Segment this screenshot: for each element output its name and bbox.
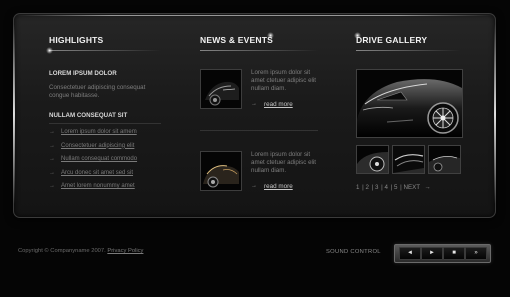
news-text-2: Lorem ipsum dolor sit amet ctetuer adipi… [251,151,316,174]
news-underline [200,50,318,51]
page-link-4[interactable]: 4 [385,184,388,191]
highlights-link[interactable]: → Consectetuer adipiscing elit [49,143,137,157]
highlights-link-list: → Lorem ipsum dolor sit amem → Consectetue… [49,129,137,197]
arrow-icon: → [49,169,55,176]
arrow-icon: → [422,184,431,191]
privacy-policy-link[interactable]: Privacy Policy [107,248,143,254]
highlights-link[interactable]: → Nullam consequat commodo [49,156,137,170]
highlights-divider [49,123,161,124]
car-image [357,70,462,137]
car-image [429,146,460,173]
highlights-subhead-1: LOREM IPSUM DOLOR [49,70,117,77]
car-image [357,146,388,173]
arrow-icon: → [49,142,55,149]
footer-copyright: Copyright © Companyname 2007. Privacy Po… [18,248,144,254]
arrow-icon: → [49,129,55,135]
highlights-subhead-2: NULLAM CONSEQUAT SIT [49,112,128,119]
car-image [201,70,241,108]
page-link-5[interactable]: 5 [394,184,397,191]
page-link-3[interactable]: 3 [375,184,378,191]
page-link-1[interactable]: 1 [356,184,359,191]
car-image [393,146,424,173]
page-link-2[interactable]: 2 [366,184,369,191]
gallery-heading: DRIVE GALLERY [356,35,428,45]
panel-left-glow [13,24,15,204]
previous-track-button[interactable]: ◄ [399,247,421,260]
news-heading: NEWS & EVENTS [200,35,273,45]
sparkle-icon [46,47,53,54]
sparkle-icon [267,32,274,39]
sparkle-icon [354,32,361,39]
sound-control-bar: ◄ ► ■ » [394,244,491,263]
arrow-icon: → [49,156,55,162]
content-panel: HIGHLIGHTS LOREM IPSUM DOLOR Consectetue… [13,13,496,218]
next-track-button[interactable]: » [465,247,487,260]
highlights-link[interactable]: → Arcu donec sit amet sed sit [49,170,137,184]
arrow-icon: → [251,183,257,189]
highlights-text: Consectetuer adipiscing consequat congue… [49,84,146,99]
highlights-underline [49,50,161,51]
stop-button[interactable]: ■ [443,247,465,260]
news-thumbnail-2[interactable] [200,151,242,191]
read-more-link-1[interactable]: read more [264,101,293,108]
read-more-link-2[interactable]: read more [264,183,293,190]
news-text-1: Lorem ipsum dolor sit amet ctetuer adipi… [251,69,316,92]
highlights-link[interactable]: → Amet lorem nonummy amet [49,183,137,197]
gallery-thumbnail-3[interactable] [428,145,461,174]
arrow-icon: → [49,183,55,189]
panel-right-glow [494,24,496,204]
play-button[interactable]: ► [421,247,443,260]
news-divider [200,130,318,131]
gallery-main-image[interactable] [356,69,463,138]
highlights-link[interactable]: → Lorem ipsum dolor sit amem [49,129,137,143]
highlights-heading: HIGHLIGHTS [49,35,104,45]
sound-control-label: SOUND CONTROL [326,249,381,255]
gallery-thumbnail-2[interactable] [392,145,425,174]
gallery-pager: 1 | 2 | 3 | 4 | 5 | NEXT → [356,184,431,191]
gallery-thumbnail-1[interactable] [356,145,389,174]
gallery-underline [356,50,460,51]
next-link[interactable]: NEXT [404,184,421,191]
news-thumbnail-1[interactable] [200,69,242,109]
arrow-icon: → [251,101,257,107]
car-image [201,152,241,190]
